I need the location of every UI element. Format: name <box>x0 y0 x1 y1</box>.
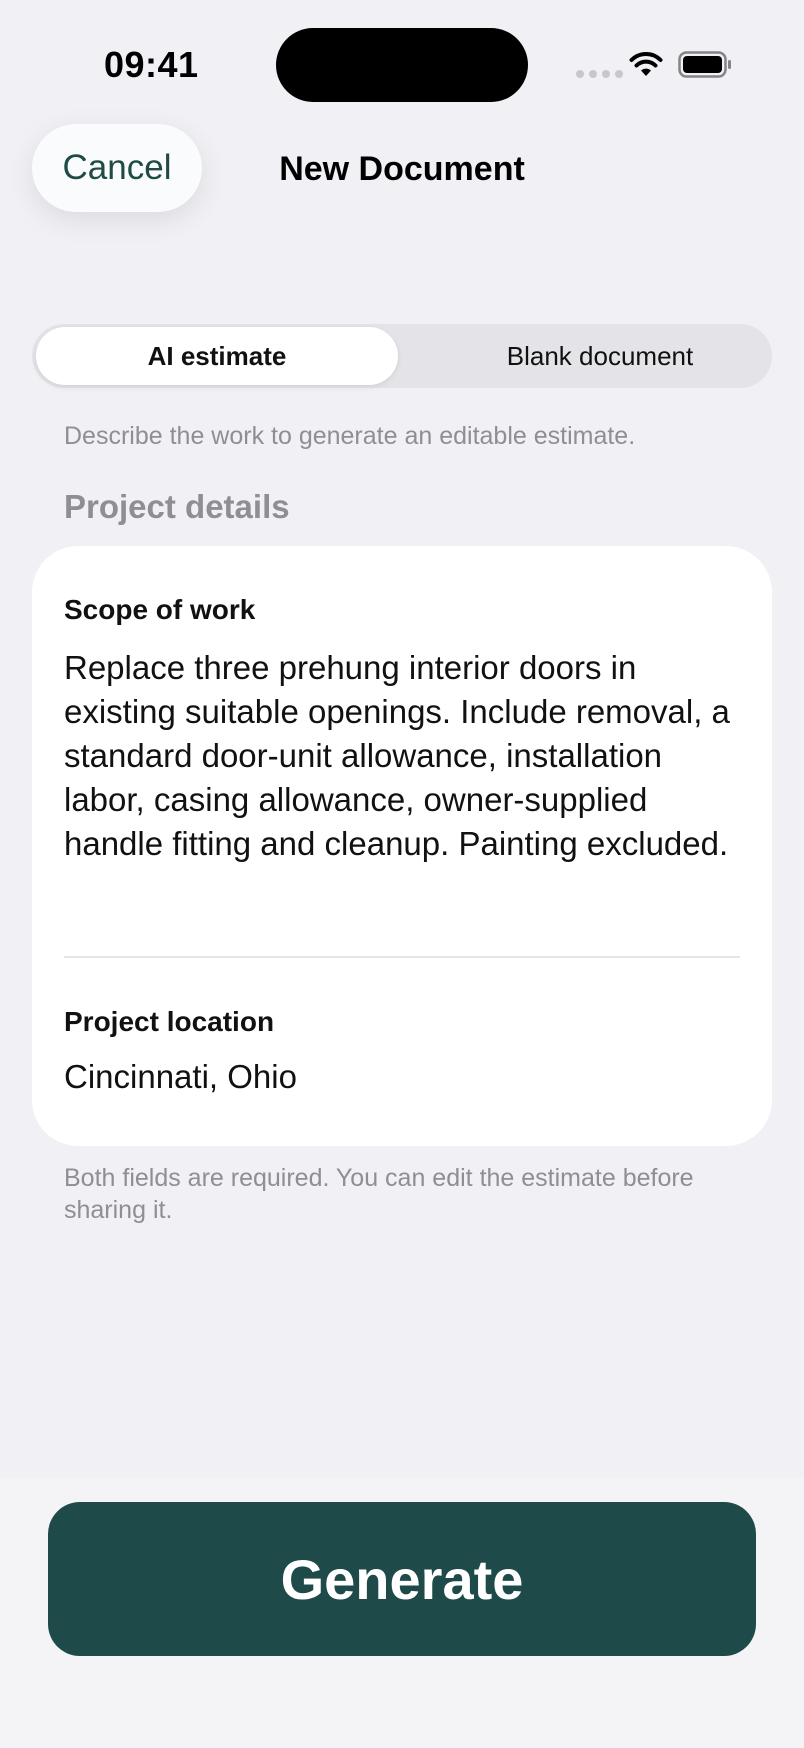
scope-of-work-field[interactable]: Replace three prehung interior doors in … <box>64 646 744 866</box>
field-divider <box>64 956 740 958</box>
mode-hint: Describe the work to generate an editabl… <box>64 422 636 450</box>
generate-button[interactable]: Generate <box>48 1502 756 1656</box>
page-title: New Document <box>279 150 525 188</box>
wifi-icon <box>629 52 663 76</box>
project-location-label: Project location <box>64 1006 275 1037</box>
status-time: 09:41 <box>104 44 199 85</box>
dynamic-island <box>276 28 528 102</box>
required-fields-note: Both fields are required. You can edit t… <box>64 1164 694 1224</box>
document-type-segmented-control: AI estimate Blank document <box>32 324 772 388</box>
scope-of-work-label: Scope of work <box>64 594 256 625</box>
section-title-project-details: Project details <box>64 488 290 525</box>
project-details-card: Scope of work Replace three prehung inte… <box>32 546 772 1146</box>
project-location-field[interactable]: Cincinnati, Ohio <box>64 1058 297 1096</box>
segment-blank-document[interactable]: Blank document <box>436 327 764 385</box>
battery-icon <box>678 51 731 78</box>
cancel-button[interactable]: Cancel <box>32 124 202 212</box>
segment-ai-estimate[interactable]: AI estimate <box>36 327 398 385</box>
cellular-signal-icon <box>576 70 623 78</box>
